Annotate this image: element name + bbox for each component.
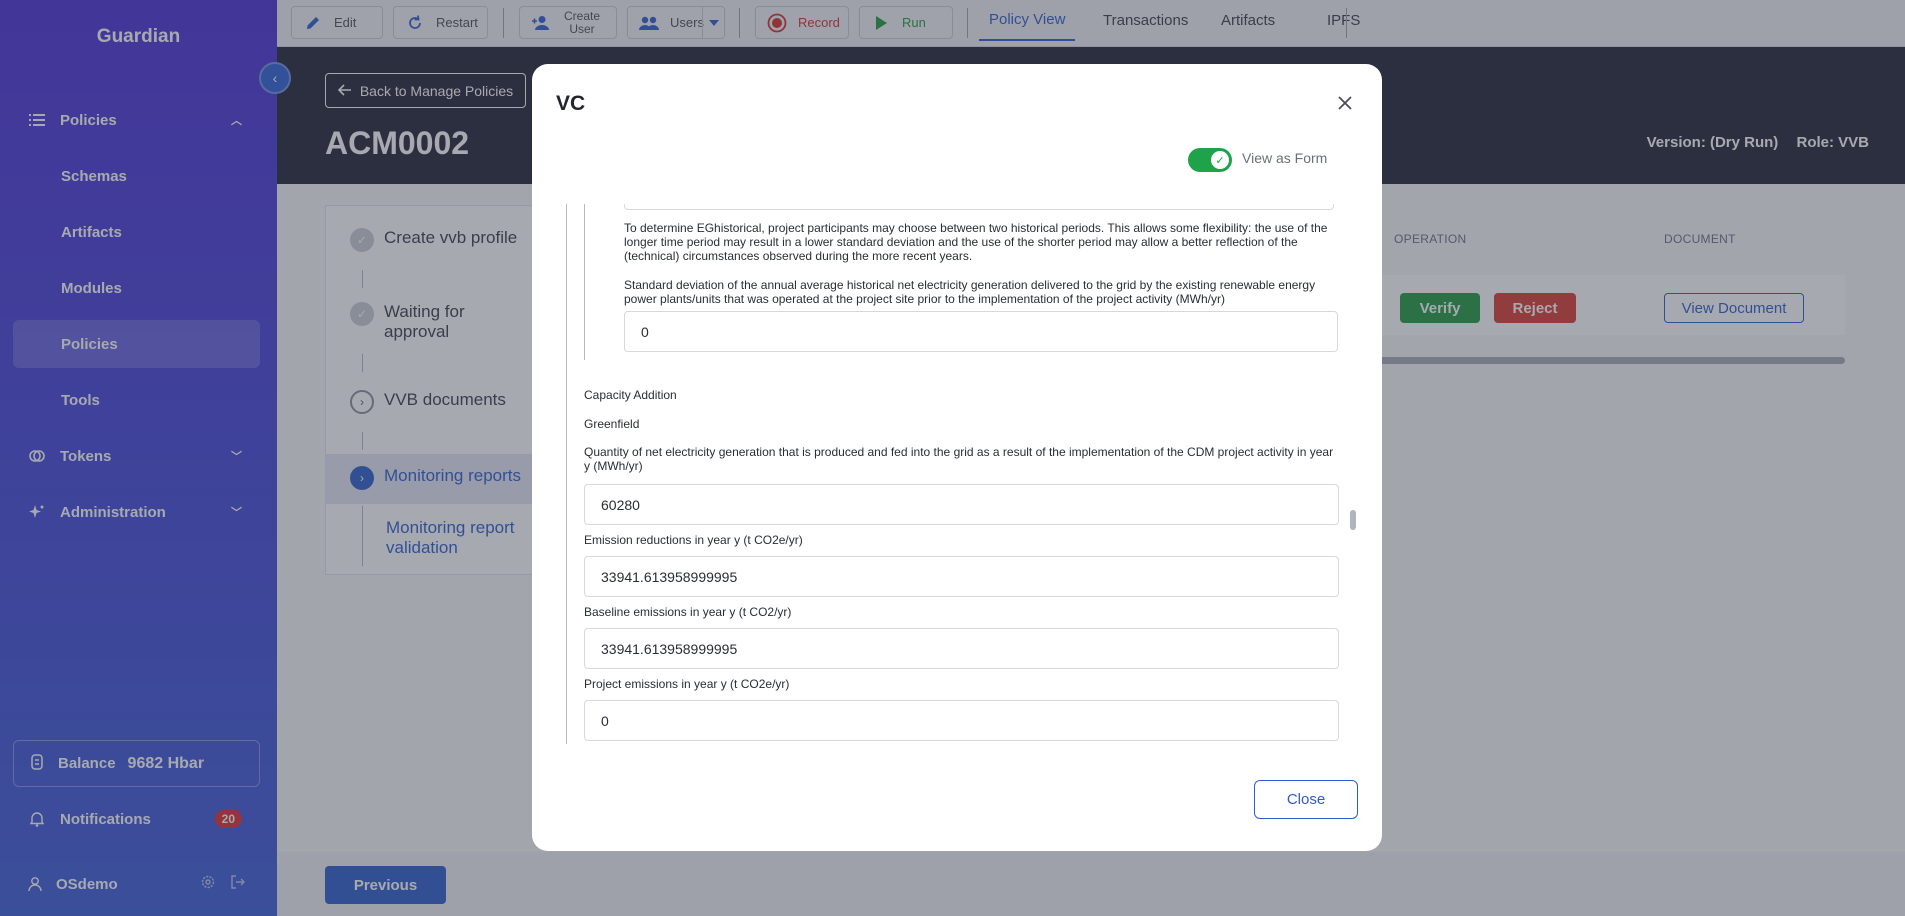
quantity-label: Quantity of net electricity generation t… <box>584 445 1334 473</box>
baseline-emissions-field[interactable]: 33941.613958999995 <box>584 628 1339 669</box>
quantity-field[interactable]: 60280 <box>584 484 1339 525</box>
project-emissions-field[interactable]: 0 <box>584 700 1339 741</box>
vc-form-scroll-area[interactable]: To determine EGhistorical, project parti… <box>532 204 1382 814</box>
stddev-field[interactable]: 0 <box>624 311 1338 352</box>
close-button[interactable]: Close <box>1254 780 1358 819</box>
view-as-form-label: View as Form <box>1242 150 1328 166</box>
vertical-scrollbar-thumb[interactable] <box>1350 510 1356 530</box>
project-emissions-label: Project emissions in year y (t CO2e/yr) <box>584 677 790 691</box>
view-as-form-toggle[interactable]: ✓ <box>1188 148 1232 172</box>
emission-reductions-label: Emission reductions in year y (t CO2e/yr… <box>584 533 803 547</box>
eg-historical-description: To determine EGhistorical, project parti… <box>624 221 1328 263</box>
close-icon[interactable] <box>1334 92 1356 114</box>
capacity-addition-heading: Capacity Addition <box>584 388 677 402</box>
greenfield-heading: Greenfield <box>584 417 640 431</box>
baseline-emissions-label: Baseline emissions in year y (t CO2/yr) <box>584 605 792 619</box>
vc-dialog: VC ✓ View as Form To determine EGhistori… <box>532 64 1382 851</box>
check-icon: ✓ <box>1211 151 1229 169</box>
stddev-label: Standard deviation of the annual average… <box>624 278 1316 306</box>
dialog-title: VC <box>556 92 586 115</box>
emission-reductions-field[interactable]: 33941.613958999995 <box>584 556 1339 597</box>
